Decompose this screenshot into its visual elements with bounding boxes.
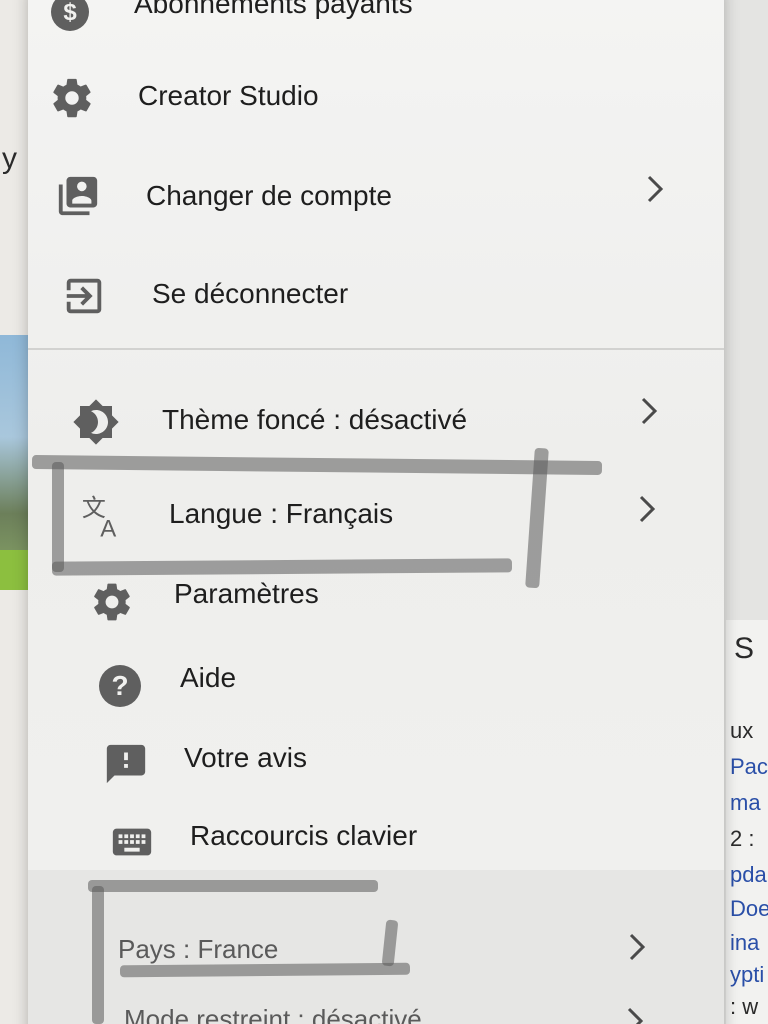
marker-highlight	[88, 880, 378, 892]
background-text: Pac	[730, 754, 768, 779]
menu-item-sign-out[interactable]: Se déconnecter	[28, 256, 724, 336]
svg-text:?: ?	[111, 670, 128, 701]
menu-item-label: Paramètres	[174, 578, 319, 609]
help-icon: ?	[96, 662, 144, 710]
background-text: Doe	[730, 896, 768, 921]
menu-item-paid-subscriptions[interactable]: $ Abonnements payants	[28, 0, 724, 52]
background-text: ypti	[730, 962, 765, 987]
background-text: : w	[730, 994, 759, 1019]
menu-item-creator-studio[interactable]: Creator Studio	[28, 58, 724, 138]
marker-highlight	[119, 962, 411, 978]
menu-item-dark-theme[interactable]: Thème foncé : désactivé	[28, 386, 724, 466]
background-text: pda	[730, 862, 767, 887]
chevron-right-icon	[622, 1004, 650, 1024]
background-text: S	[734, 632, 755, 665]
translate-icon: 文 A	[80, 492, 128, 542]
sign-out-icon	[60, 272, 108, 320]
menu-item-label: Thème foncé : désactivé	[162, 404, 468, 435]
menu-item-label: Mode restreint : désactivé	[124, 1004, 422, 1024]
screen-photo: y S ux Pac ma 2 : pda Doe ina ypti : w $…	[0, 0, 768, 1024]
chevron-right-icon	[634, 492, 662, 528]
menu-item-label: Votre avis	[184, 742, 307, 773]
chevron-right-icon	[642, 172, 670, 208]
gear-icon	[88, 578, 136, 626]
menu-item-help[interactable]: ? Aide	[28, 646, 724, 726]
menu-item-language[interactable]: 文 A Langue : Français	[28, 476, 724, 556]
dollar-icon: $	[46, 0, 94, 36]
menu-item-label: Abonnements payants	[134, 0, 413, 19]
menu-item-label: Aide	[180, 662, 237, 693]
svg-text:$: $	[63, 0, 77, 26]
feedback-icon	[102, 740, 150, 788]
marker-highlight	[52, 462, 64, 572]
svg-text:A: A	[100, 515, 116, 542]
menu-item-switch-account[interactable]: Changer de compte	[28, 158, 724, 238]
gear-icon	[48, 74, 96, 122]
account-menu: $ Abonnements payants Creator Studio Cha…	[28, 0, 724, 1024]
menu-item-label: Creator Studio	[138, 80, 319, 111]
menu-item-feedback[interactable]: Votre avis	[28, 726, 724, 806]
brightness-icon	[72, 398, 120, 446]
background-text: ux	[730, 718, 754, 743]
menu-divider	[28, 348, 724, 350]
chevron-right-icon	[636, 394, 664, 430]
background-text: ma	[730, 790, 761, 815]
menu-item-settings[interactable]: Paramètres	[28, 564, 724, 644]
menu-item-label: Langue : Français	[169, 498, 394, 529]
switch-account-icon	[54, 172, 102, 220]
menu-item-label: Raccourcis clavier	[190, 820, 418, 851]
background-text: ina	[730, 930, 760, 955]
chevron-right-icon	[624, 930, 652, 966]
marker-highlight	[92, 886, 104, 1024]
menu-item-label: Changer de compte	[146, 180, 392, 211]
background-text: y	[2, 142, 17, 175]
keyboard-icon	[108, 818, 156, 866]
menu-item-restricted-mode[interactable]: Mode restreint : désactivé	[28, 982, 724, 1024]
menu-item-label: Se déconnecter	[152, 278, 349, 309]
menu-item-label: Pays : France	[118, 934, 279, 964]
background-text: 2 :	[730, 826, 755, 851]
